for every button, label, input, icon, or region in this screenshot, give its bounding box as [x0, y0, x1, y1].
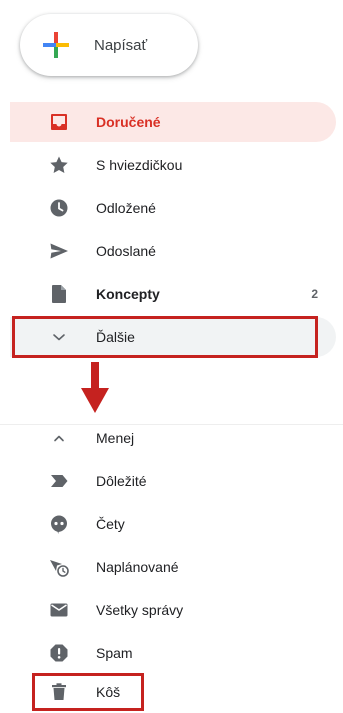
mail-icon — [48, 599, 70, 621]
compose-button[interactable]: Napísať — [20, 14, 198, 76]
sidebar-item-all-mail[interactable]: Všetky správy — [10, 590, 336, 630]
sidebar-item-more[interactable]: Ďalšie — [10, 317, 336, 357]
sidebar-item-chats[interactable]: Čety — [10, 504, 336, 544]
sidebar-item-spam[interactable]: Spam — [10, 633, 336, 673]
chevron-up-icon — [48, 427, 70, 449]
sidebar-item-sent[interactable]: Odoslané — [10, 231, 336, 271]
sidebar-item-label: Spam — [96, 645, 133, 661]
sidebar-item-snoozed[interactable]: Odložené — [10, 188, 336, 228]
trash-icon — [48, 681, 70, 703]
chat-icon — [48, 513, 70, 535]
sidebar-item-label: Odložené — [96, 200, 156, 216]
sidebar-item-label: Ďalšie — [96, 329, 135, 345]
sidebar-item-inbox[interactable]: Doručené — [10, 102, 336, 142]
sidebar-item-starred[interactable]: S hviezdičkou — [10, 145, 336, 185]
sidebar-item-label: Odoslané — [96, 243, 156, 259]
sidebar-item-trash[interactable]: Kôš — [10, 672, 336, 712]
sidebar-item-label: Doručené — [96, 114, 161, 130]
sidebar-item-label: Všetky správy — [96, 602, 184, 618]
drafts-count: 2 — [311, 287, 318, 301]
sidebar-item-label: Dôležité — [96, 473, 147, 489]
spam-icon — [48, 642, 70, 664]
chevron-down-icon — [48, 326, 70, 348]
sidebar-item-label: Koncepty — [96, 286, 160, 302]
sidebar-item-important[interactable]: Dôležité — [10, 461, 336, 501]
sidebar-item-label: Naplánované — [96, 559, 179, 575]
sidebar-item-less[interactable]: Menej — [10, 418, 336, 458]
important-icon — [48, 470, 70, 492]
sidebar-item-label: S hviezdičkou — [96, 157, 183, 173]
arrow-down-icon — [81, 362, 109, 413]
draft-icon — [48, 283, 70, 305]
sidebar-item-drafts[interactable]: Koncepty 2 — [10, 274, 336, 314]
sidebar-item-label: Čety — [96, 516, 125, 532]
inbox-icon — [48, 111, 70, 133]
clock-icon — [48, 197, 70, 219]
plus-icon — [43, 32, 69, 58]
star-icon — [48, 154, 70, 176]
sidebar-item-scheduled[interactable]: Naplánované — [10, 547, 336, 587]
scheduled-icon — [48, 556, 70, 578]
sidebar-item-label: Kôš — [96, 684, 121, 700]
compose-label: Napísať — [94, 36, 148, 54]
send-icon — [48, 240, 70, 262]
sidebar-item-label: Menej — [96, 430, 135, 446]
